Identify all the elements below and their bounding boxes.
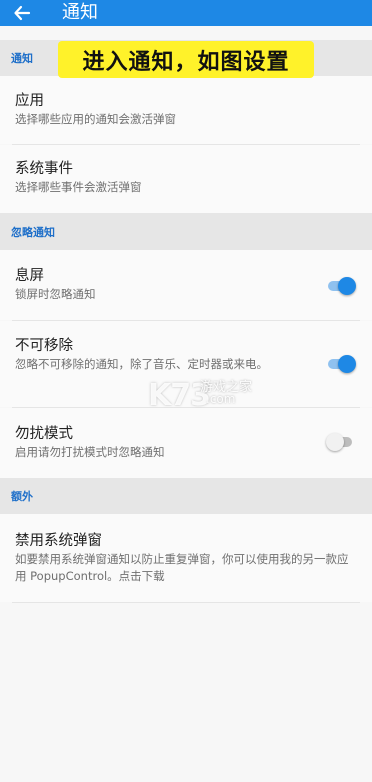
item-title: 不可移除: [15, 338, 73, 354]
item-title: 息屏: [15, 268, 44, 284]
back-button[interactable]: [8, 0, 36, 26]
settings-item-system-events[interactable]: 系统事件 选择哪些事件会激活弹窗: [0, 145, 372, 213]
item-subtitle: 忽略不可移除的通知，除了音乐、定时器或来电。: [15, 357, 268, 371]
divider: [12, 602, 360, 603]
toggle-thumb: [338, 277, 356, 295]
toggle-thumb: [338, 355, 356, 373]
item-title: 勿扰模式: [15, 426, 73, 442]
screen-off-toggle[interactable]: [326, 273, 356, 299]
non-removable-toggle[interactable]: [326, 351, 356, 377]
item-subtitle: 选择哪些应用的通知会激活弹窗: [15, 112, 176, 126]
item-subtitle: 如要禁用系统弹窗通知以防止重复弹窗，你可以使用我的另一款应用 PopupCont…: [15, 552, 349, 583]
toggle-thumb: [326, 433, 344, 451]
item-subtitle: 选择哪些事件会激活弹窗: [15, 180, 142, 194]
settings-item-disable-system-popup[interactable]: 禁用系统弹窗 如要禁用系统弹窗通知以防止重复弹窗，你可以使用我的另一款应用 Po…: [0, 514, 372, 602]
banner-text: 进入通知，如图设置: [82, 49, 290, 75]
settings-item-apps[interactable]: 应用 选择哪些应用的通知会激活弹窗: [0, 76, 372, 144]
item-title: 禁用系统弹窗: [15, 533, 102, 549]
item-title: 系统事件: [15, 161, 73, 177]
item-subtitle: 启用请勿打扰模式时忽略通知: [15, 445, 165, 459]
item-subtitle: 锁屏时忽略通知: [15, 287, 96, 301]
section-header-ignore: 忽略通知: [0, 213, 372, 250]
page-title: 通知: [62, 2, 98, 23]
settings-item-non-removable[interactable]: 不可移除 忽略不可移除的通知，除了音乐、定时器或来电。: [0, 321, 372, 407]
app-bar: 通知: [0, 0, 372, 26]
arrow-left-icon: [14, 5, 31, 21]
instruction-banner: 进入通知，如图设置: [58, 41, 314, 78]
item-title: 应用: [15, 93, 44, 109]
dnd-toggle[interactable]: [326, 429, 356, 455]
settings-item-screen-off[interactable]: 息屏 锁屏时忽略通知: [0, 250, 372, 320]
settings-item-dnd[interactable]: 勿扰模式 启用请勿打扰模式时忽略通知: [0, 408, 372, 478]
section-header-extra: 额外: [0, 478, 372, 514]
